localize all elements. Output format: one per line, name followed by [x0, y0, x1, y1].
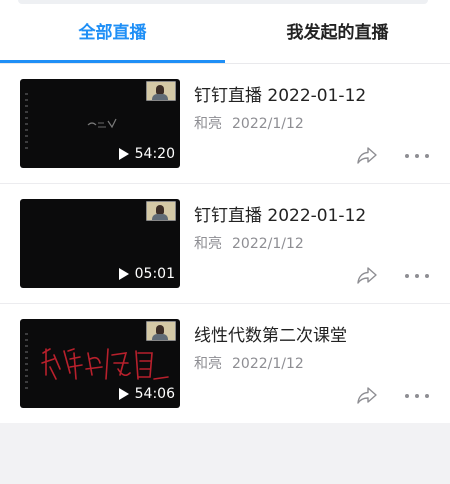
share-icon[interactable] [356, 385, 378, 405]
live-meta: 和亮 2022/1/12 [194, 235, 304, 253]
live-date: 2022/1/12 [232, 356, 304, 372]
more-icon[interactable] [405, 153, 429, 159]
live-title[interactable]: 钉钉直播 2022-01-12 [194, 85, 366, 107]
author-name: 和亮 [194, 116, 222, 132]
duration-text: 54:06 [134, 386, 175, 402]
tab-my-live[interactable]: 我发起的直播 [225, 22, 450, 44]
live-title[interactable]: 钉钉直播 2022-01-12 [194, 205, 366, 227]
presenter-body [152, 214, 168, 220]
presenter-body [152, 94, 168, 100]
live-title[interactable]: 线性代数第二次课堂 [194, 325, 347, 347]
more-icon[interactable] [405, 273, 429, 279]
tab-all-live[interactable]: 全部直播 [0, 22, 225, 44]
whiteboard-toolbar [25, 93, 28, 153]
top-strip [18, 0, 428, 4]
play-icon [118, 148, 129, 160]
author-name: 和亮 [194, 356, 222, 372]
presenter-body [152, 334, 168, 340]
more-icon[interactable] [405, 393, 429, 399]
duration-text: 05:01 [134, 266, 175, 282]
live-list: 54:20 钉钉直播 2022-01-12 和亮 2022/1/12 05:01 … [0, 64, 450, 423]
list-item[interactable]: 54:20 钉钉直播 2022-01-12 和亮 2022/1/12 [0, 64, 450, 183]
camera-overlay [146, 321, 176, 341]
author-name: 和亮 [194, 236, 222, 252]
play-icon [118, 388, 129, 400]
video-thumbnail[interactable]: 54:06 [20, 319, 180, 408]
video-thumbnail[interactable]: 05:01 [20, 199, 180, 288]
duration-text: 54:20 [134, 146, 175, 162]
video-duration: 54:06 [118, 385, 175, 403]
live-meta: 和亮 2022/1/12 [194, 355, 304, 373]
whiteboard-toolbar [25, 333, 28, 393]
camera-overlay [146, 201, 176, 221]
video-thumbnail[interactable]: 54:20 [20, 79, 180, 168]
handwriting-scribble [41, 348, 169, 380]
play-icon [118, 268, 129, 280]
share-icon[interactable] [356, 265, 378, 285]
share-icon[interactable] [356, 145, 378, 165]
list-item[interactable]: 05:01 钉钉直播 2022-01-12 和亮 2022/1/12 [0, 183, 450, 303]
video-duration: 05:01 [118, 265, 175, 283]
video-duration: 54:20 [118, 145, 175, 163]
live-meta: 和亮 2022/1/12 [194, 115, 304, 133]
live-date: 2022/1/12 [232, 236, 304, 252]
tab-bar: 全部直播 我发起的直播 [0, 0, 450, 64]
live-date: 2022/1/12 [232, 116, 304, 132]
whiteboard-sketch [87, 118, 117, 129]
list-item[interactable]: 54:06 线性代数第二次课堂 和亮 2022/1/12 [0, 303, 450, 423]
camera-overlay [146, 81, 176, 101]
